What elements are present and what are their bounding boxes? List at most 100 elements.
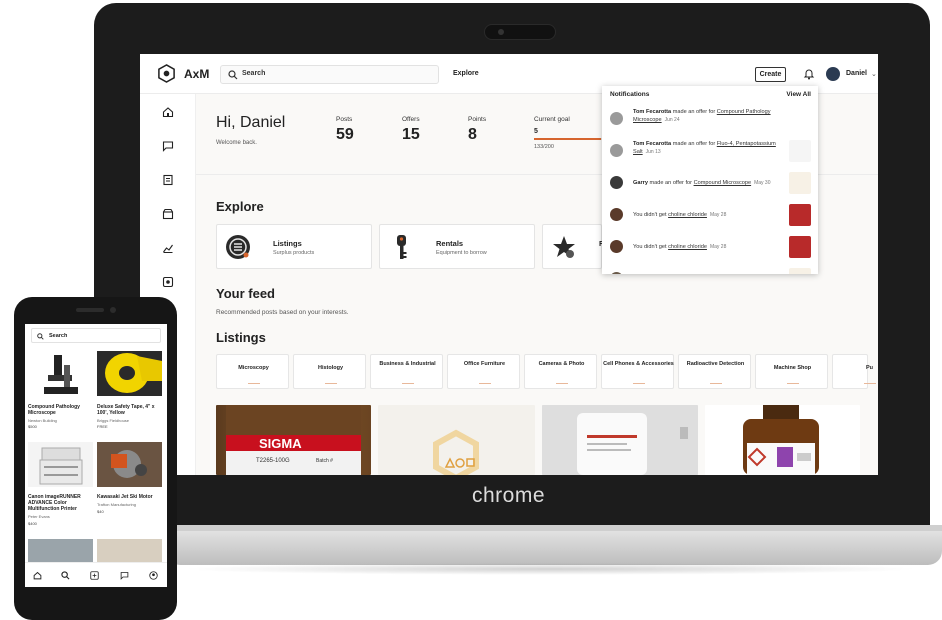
notification-item[interactable]: Tom Fecarotta made an offer for Compound… [602, 104, 818, 134]
notification-text: You didn't get choline chloride May 28 [633, 211, 781, 219]
notification-item[interactable]: You didn't get choline chloride May 28 [602, 200, 818, 230]
phone-listing-photo[interactable] [97, 351, 162, 396]
store-icon[interactable] [162, 208, 174, 220]
notification-thumbnail[interactable] [789, 140, 811, 162]
phone-search-input[interactable]: Search [31, 328, 161, 343]
phone-listing-photo[interactable] [97, 539, 162, 562]
category-chip[interactable]: Machine Shop [755, 354, 828, 389]
category-chip-label: Business & Industrial [379, 361, 436, 367]
chat-icon[interactable] [162, 140, 174, 152]
logo-icon[interactable] [157, 64, 176, 83]
notification-action: made an offer for [649, 180, 693, 186]
stat-offers-value: 15 [402, 126, 420, 143]
search-input[interactable]: Search [220, 65, 439, 84]
category-chip[interactable]: Business & Industrial [370, 354, 443, 389]
category-chip-label: Microscopy [238, 365, 269, 371]
phone-screen: Search Compound Pathology Microscope New… [25, 324, 167, 587]
phone-listing-location: Peter Evans [28, 514, 50, 519]
category-chip[interactable]: Radioactive Detection [678, 354, 751, 389]
category-chip[interactable]: Office Furniture [447, 354, 520, 389]
tape-image [97, 351, 162, 396]
document-icon[interactable] [162, 174, 174, 186]
notification-target-link[interactable]: Compound Microscope [694, 180, 752, 186]
phone-listing-photo[interactable] [28, 539, 93, 562]
listing-photo-placeholder[interactable] [378, 405, 535, 475]
home-icon[interactable] [162, 106, 174, 118]
search-icon [37, 333, 44, 340]
notification-thumbnail[interactable] [789, 204, 811, 226]
key-icon [397, 235, 407, 259]
phone-listing-location: Briggs Fieldhouse [97, 418, 130, 423]
category-chip[interactable]: Cameras & Photo [524, 354, 597, 389]
phone-listing-price: FREE [97, 424, 108, 429]
notification-thumbnail[interactable] [789, 236, 811, 258]
view-all-link[interactable]: View All [786, 91, 811, 98]
phone-listing-title[interactable]: Compound Pathology Microscope [28, 404, 96, 416]
stat-points-label: Points [468, 116, 487, 123]
category-chip[interactable]: Cell Phones & Accessories [601, 354, 674, 389]
chevron-down-icon[interactable]: ⌄ [871, 70, 877, 78]
welcome-text: Welcome back. [216, 140, 257, 146]
category-chip-accent [402, 383, 414, 384]
box-icon[interactable] [162, 276, 174, 288]
profile-icon[interactable] [149, 571, 158, 580]
phone-listing-photo[interactable] [97, 442, 162, 487]
explore-card-rentals[interactable]: Rentals Equipment to borrow [379, 224, 535, 269]
listing-photo-bottle[interactable] [542, 405, 698, 475]
explore-card-subtitle: Surplus products [273, 250, 315, 256]
chart-icon[interactable] [162, 242, 174, 254]
listing-photo-amber-bottle[interactable] [705, 405, 860, 475]
create-button[interactable]: Create [755, 67, 786, 82]
explore-card-requests[interactable]: R [542, 224, 604, 269]
avatar [610, 112, 623, 125]
notification-date: Jun 13 [645, 149, 661, 155]
user-name[interactable]: Daniel [846, 70, 867, 77]
listing-photo-sigma[interactable]: SIGMA T2265-100G Batch # [216, 405, 371, 475]
phone-listing-title[interactable]: Kawasaki Jet Ski Motor [97, 494, 165, 500]
notification-actor[interactable]: Tom Fecarotta [633, 109, 671, 115]
notification-thumbnail[interactable] [789, 172, 811, 194]
search-icon[interactable] [61, 571, 70, 580]
notification-text: Tom Fecarotta made an offer for Fluo-4, … [633, 140, 781, 156]
notification-thumbnail[interactable] [789, 108, 811, 130]
notification-item[interactable]: You didn't get choline chloride May 28 [602, 232, 818, 262]
user-avatar[interactable] [826, 67, 840, 81]
notification-item[interactable]: Garry made an offer for Compound Microsc… [602, 168, 818, 198]
stat-points-value: 8 [468, 126, 477, 143]
search-placeholder: Search [242, 70, 266, 77]
goal-progress-text: 133/200 [534, 144, 554, 150]
goal-label: Current goal [534, 116, 570, 123]
category-chip[interactable]: Microscopy [216, 354, 289, 389]
notification-actor[interactable]: Tom Fecarotta [633, 141, 671, 147]
home-icon[interactable] [33, 571, 42, 580]
explore-card-listings[interactable]: Listings Surplus products [216, 224, 372, 269]
add-icon[interactable] [90, 571, 99, 580]
phone-listing-photo[interactable] [28, 442, 93, 487]
phone-listing-title[interactable]: Deluxe Safety Tape, 4" x 100', Yellow [97, 404, 165, 416]
nav-explore-link[interactable]: Explore [453, 70, 479, 77]
avatar [610, 144, 623, 157]
logo-text[interactable]: AxM [184, 67, 209, 81]
category-chip[interactable]: Histology [293, 354, 366, 389]
stat-posts-value: 59 [336, 126, 354, 143]
phone-speaker [76, 308, 104, 312]
phone-listing-location: Newton Building [28, 418, 57, 423]
category-chip-accent [633, 383, 645, 384]
category-chip[interactable]: Pu [832, 354, 876, 389]
notification-item[interactable]: Peter John Tucker responded to your requ… [602, 264, 818, 274]
bell-icon[interactable] [803, 68, 815, 80]
notification-date: Jun 24 [664, 117, 680, 123]
laptop-shadow [180, 563, 920, 575]
phone-listing-photo[interactable] [28, 351, 93, 396]
chat-icon[interactable] [120, 571, 129, 580]
notification-target-link[interactable]: choline chloride [668, 244, 707, 250]
avatar [610, 208, 623, 221]
phone-listing-title[interactable]: Canon imageRUNNER ADVANCE Color Multifun… [28, 494, 96, 512]
notification-date: May 28 [709, 212, 727, 218]
category-chip-accent [787, 383, 799, 384]
notification-thumbnail[interactable] [789, 268, 811, 274]
microscope-image [44, 355, 78, 394]
notification-target-link[interactable]: choline chloride [668, 212, 707, 218]
notification-actor[interactable]: Garry [633, 180, 648, 186]
notification-item[interactable]: Tom Fecarotta made an offer for Fluo-4, … [602, 136, 818, 166]
